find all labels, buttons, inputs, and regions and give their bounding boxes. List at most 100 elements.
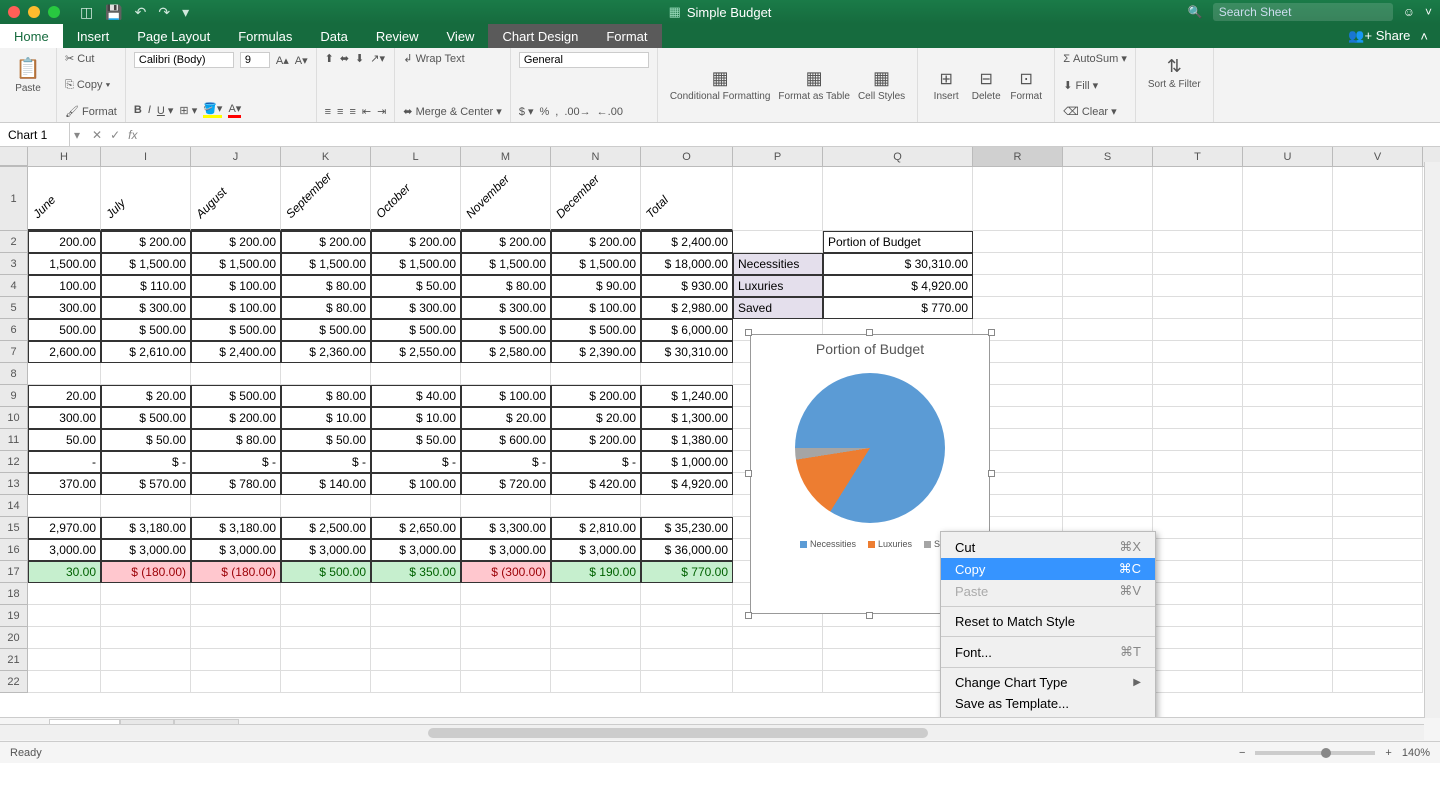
cell-N17[interactable]: $ 190.00: [551, 561, 641, 583]
cell-S5[interactable]: [1063, 297, 1153, 319]
cell-V21[interactable]: [1333, 649, 1423, 671]
column-header-S[interactable]: S: [1063, 147, 1153, 166]
cell-P2[interactable]: [733, 231, 823, 253]
paste-button[interactable]: 📋 Paste: [8, 52, 48, 98]
cell-V3[interactable]: [1333, 253, 1423, 275]
align-middle-icon[interactable]: ⬌: [340, 52, 349, 65]
cell-L3[interactable]: $ 1,500.00: [371, 253, 461, 275]
cell-J12[interactable]: $ -: [191, 451, 281, 473]
cell-H21[interactable]: [28, 649, 101, 671]
cell-K16[interactable]: $ 3,000.00: [281, 539, 371, 561]
cell-K18[interactable]: [281, 583, 371, 605]
cell-I18[interactable]: [101, 583, 191, 605]
row-header-17[interactable]: 17: [0, 561, 28, 583]
cell-J10[interactable]: $ 200.00: [191, 407, 281, 429]
cell-P5[interactable]: Saved: [733, 297, 823, 319]
cell-M14[interactable]: [461, 495, 551, 517]
cell-I10[interactable]: $ 500.00: [101, 407, 191, 429]
cell-O16[interactable]: $ 36,000.00: [641, 539, 733, 561]
cell-T9[interactable]: [1153, 385, 1243, 407]
cell-K10[interactable]: $ 10.00: [281, 407, 371, 429]
cell-H1[interactable]: June: [28, 167, 101, 231]
cell-K13[interactable]: $ 140.00: [281, 473, 371, 495]
context-menu-cut[interactable]: Cut⌘X: [941, 536, 1155, 558]
cell-N4[interactable]: $ 90.00: [551, 275, 641, 297]
cell-T11[interactable]: [1153, 429, 1243, 451]
cell-N16[interactable]: $ 3,000.00: [551, 539, 641, 561]
border-button[interactable]: ⊞ ▾: [179, 104, 197, 117]
cell-V9[interactable]: [1333, 385, 1423, 407]
cell-H4[interactable]: 100.00: [28, 275, 101, 297]
cell-I17[interactable]: $ (180.00): [101, 561, 191, 583]
cell-V1[interactable]: [1333, 167, 1423, 231]
qat-dropdown-icon[interactable]: ▾: [182, 4, 189, 21]
cell-S1[interactable]: [1063, 167, 1153, 231]
context-menu-save-as-template-[interactable]: Save as Template...: [941, 693, 1155, 714]
cell-L8[interactable]: [371, 363, 461, 385]
vertical-scrollbar[interactable]: [1424, 162, 1440, 718]
format-as-table-button[interactable]: ▦Format as Table: [774, 52, 854, 118]
decrease-decimal-icon[interactable]: ←.00: [597, 106, 623, 118]
cell-S8[interactable]: [1063, 363, 1153, 385]
cell-U3[interactable]: [1243, 253, 1333, 275]
name-box-dropdown-icon[interactable]: ▾: [70, 128, 84, 142]
cell-J1[interactable]: August: [191, 167, 281, 231]
cell-M8[interactable]: [461, 363, 551, 385]
zoom-window-button[interactable]: [48, 6, 60, 18]
column-header-U[interactable]: U: [1243, 147, 1333, 166]
cell-H13[interactable]: 370.00: [28, 473, 101, 495]
cell-H17[interactable]: 30.00: [28, 561, 101, 583]
cell-M2[interactable]: $ 200.00: [461, 231, 551, 253]
cell-K21[interactable]: [281, 649, 371, 671]
cell-O17[interactable]: $ 770.00: [641, 561, 733, 583]
cell-I2[interactable]: $ 200.00: [101, 231, 191, 253]
cell-L22[interactable]: [371, 671, 461, 693]
cell-V14[interactable]: [1333, 495, 1423, 517]
cell-V15[interactable]: [1333, 517, 1423, 539]
underline-button[interactable]: U ▾: [157, 104, 174, 117]
cell-I19[interactable]: [101, 605, 191, 627]
save-icon[interactable]: 💾: [105, 4, 122, 21]
cell-J8[interactable]: [191, 363, 281, 385]
cell-M1[interactable]: November: [461, 167, 551, 231]
cell-N10[interactable]: $ 20.00: [551, 407, 641, 429]
cell-V11[interactable]: [1333, 429, 1423, 451]
cell-I8[interactable]: [101, 363, 191, 385]
cell-M9[interactable]: $ 100.00: [461, 385, 551, 407]
cell-Q2[interactable]: Portion of Budget: [823, 231, 973, 253]
cell-M12[interactable]: $ -: [461, 451, 551, 473]
ribbon-tab-review[interactable]: Review: [362, 24, 433, 48]
align-top-icon[interactable]: ⬆: [325, 52, 334, 65]
spreadsheet-grid[interactable]: HIJKLMNOPQRSTUV 123456789101112131415161…: [0, 147, 1440, 717]
redo-icon[interactable]: ↷: [158, 4, 170, 21]
font-size-select[interactable]: [240, 52, 270, 68]
cell-K17[interactable]: $ 500.00: [281, 561, 371, 583]
context-menu-select-data-[interactable]: Select Data...: [941, 714, 1155, 717]
cell-M10[interactable]: $ 20.00: [461, 407, 551, 429]
cell-H2[interactable]: 200.00: [28, 231, 101, 253]
cell-M3[interactable]: $ 1,500.00: [461, 253, 551, 275]
cell-U12[interactable]: [1243, 451, 1333, 473]
row-header-11[interactable]: 11: [0, 429, 28, 451]
cell-N8[interactable]: [551, 363, 641, 385]
cell-T1[interactable]: [1153, 167, 1243, 231]
cell-V13[interactable]: [1333, 473, 1423, 495]
cell-K2[interactable]: $ 200.00: [281, 231, 371, 253]
orientation-icon[interactable]: ↗▾: [370, 52, 385, 65]
undo-icon[interactable]: ↶: [135, 4, 147, 21]
cell-M15[interactable]: $ 3,300.00: [461, 517, 551, 539]
cell-K20[interactable]: [281, 627, 371, 649]
cell-Q5[interactable]: $ 770.00: [823, 297, 973, 319]
cell-M22[interactable]: [461, 671, 551, 693]
cell-L19[interactable]: [371, 605, 461, 627]
cell-J17[interactable]: $ (180.00): [191, 561, 281, 583]
cell-H22[interactable]: [28, 671, 101, 693]
cell-V22[interactable]: [1333, 671, 1423, 693]
cell-K4[interactable]: $ 80.00: [281, 275, 371, 297]
row-header-8[interactable]: 8: [0, 363, 28, 385]
column-header-K[interactable]: K: [281, 147, 371, 166]
currency-icon[interactable]: $ ▾: [519, 105, 534, 118]
cell-L1[interactable]: October: [371, 167, 461, 231]
column-header-J[interactable]: J: [191, 147, 281, 166]
cell-R2[interactable]: [973, 231, 1063, 253]
